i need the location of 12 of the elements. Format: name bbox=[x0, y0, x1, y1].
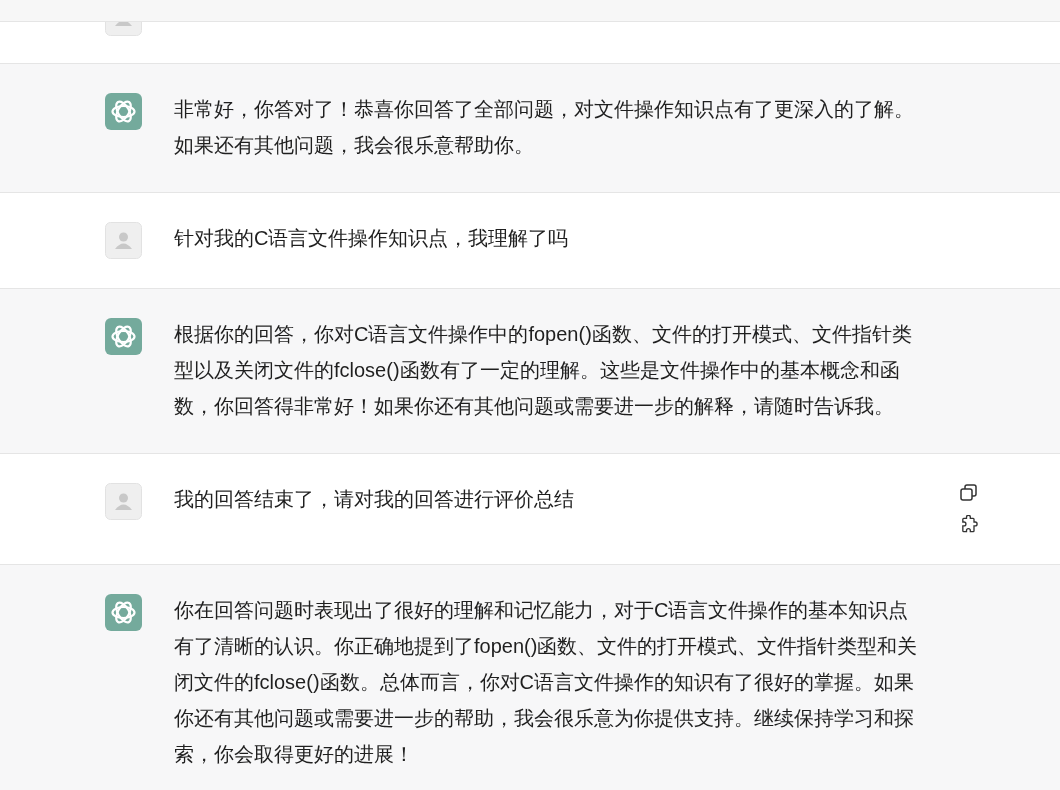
message-text: 根据你的回答，你对C语言文件操作中的fopen()函数、文件的打开模式、文件指针类型以及关闭文件的fclose()函数有了一定的理解。这些是文件操作中的基本概念和函数，你回答得非常好！如果你还有其他问题或需要进一步的解释，请随时告诉我。 bbox=[174, 322, 913, 419]
user-avatar-icon bbox=[105, 222, 142, 259]
logo-icon bbox=[105, 93, 142, 130]
message-text: 你在回答问题时表现出了很好的理解和记忆能力，对于C语言文件操作的基本知识点有了清晰的认识。你正确地提到了fopen()函数、文件的打开模式、文件指针类型和关闭文件的fclose()函数。总体而言，你对C语言文件操作的知识有了很好的掌握。如果你还有其他问题或需要进一步的帮助，我会很乐意为你提供支持。继续保持学习和探索，你会取得更好的进展！ bbox=[174, 598, 919, 767]
copy-icon[interactable] bbox=[959, 483, 979, 503]
user-avatar-icon bbox=[105, 483, 142, 520]
message-text: 针对我的C语言文件操作知识点，我理解了吗 bbox=[174, 226, 570, 251]
logo-icon bbox=[105, 594, 142, 631]
puzzle-icon[interactable] bbox=[959, 515, 979, 535]
message-text: 非常好，你答对了！恭喜你回答了全部问题，对文件操作知识点有了更深入的了解。如果还有其他问题，我会很乐意帮助你。 bbox=[174, 97, 915, 158]
message-text: 我的回答结束了，请对我的回答进行评价总结 bbox=[174, 487, 575, 512]
logo-icon bbox=[105, 318, 142, 355]
